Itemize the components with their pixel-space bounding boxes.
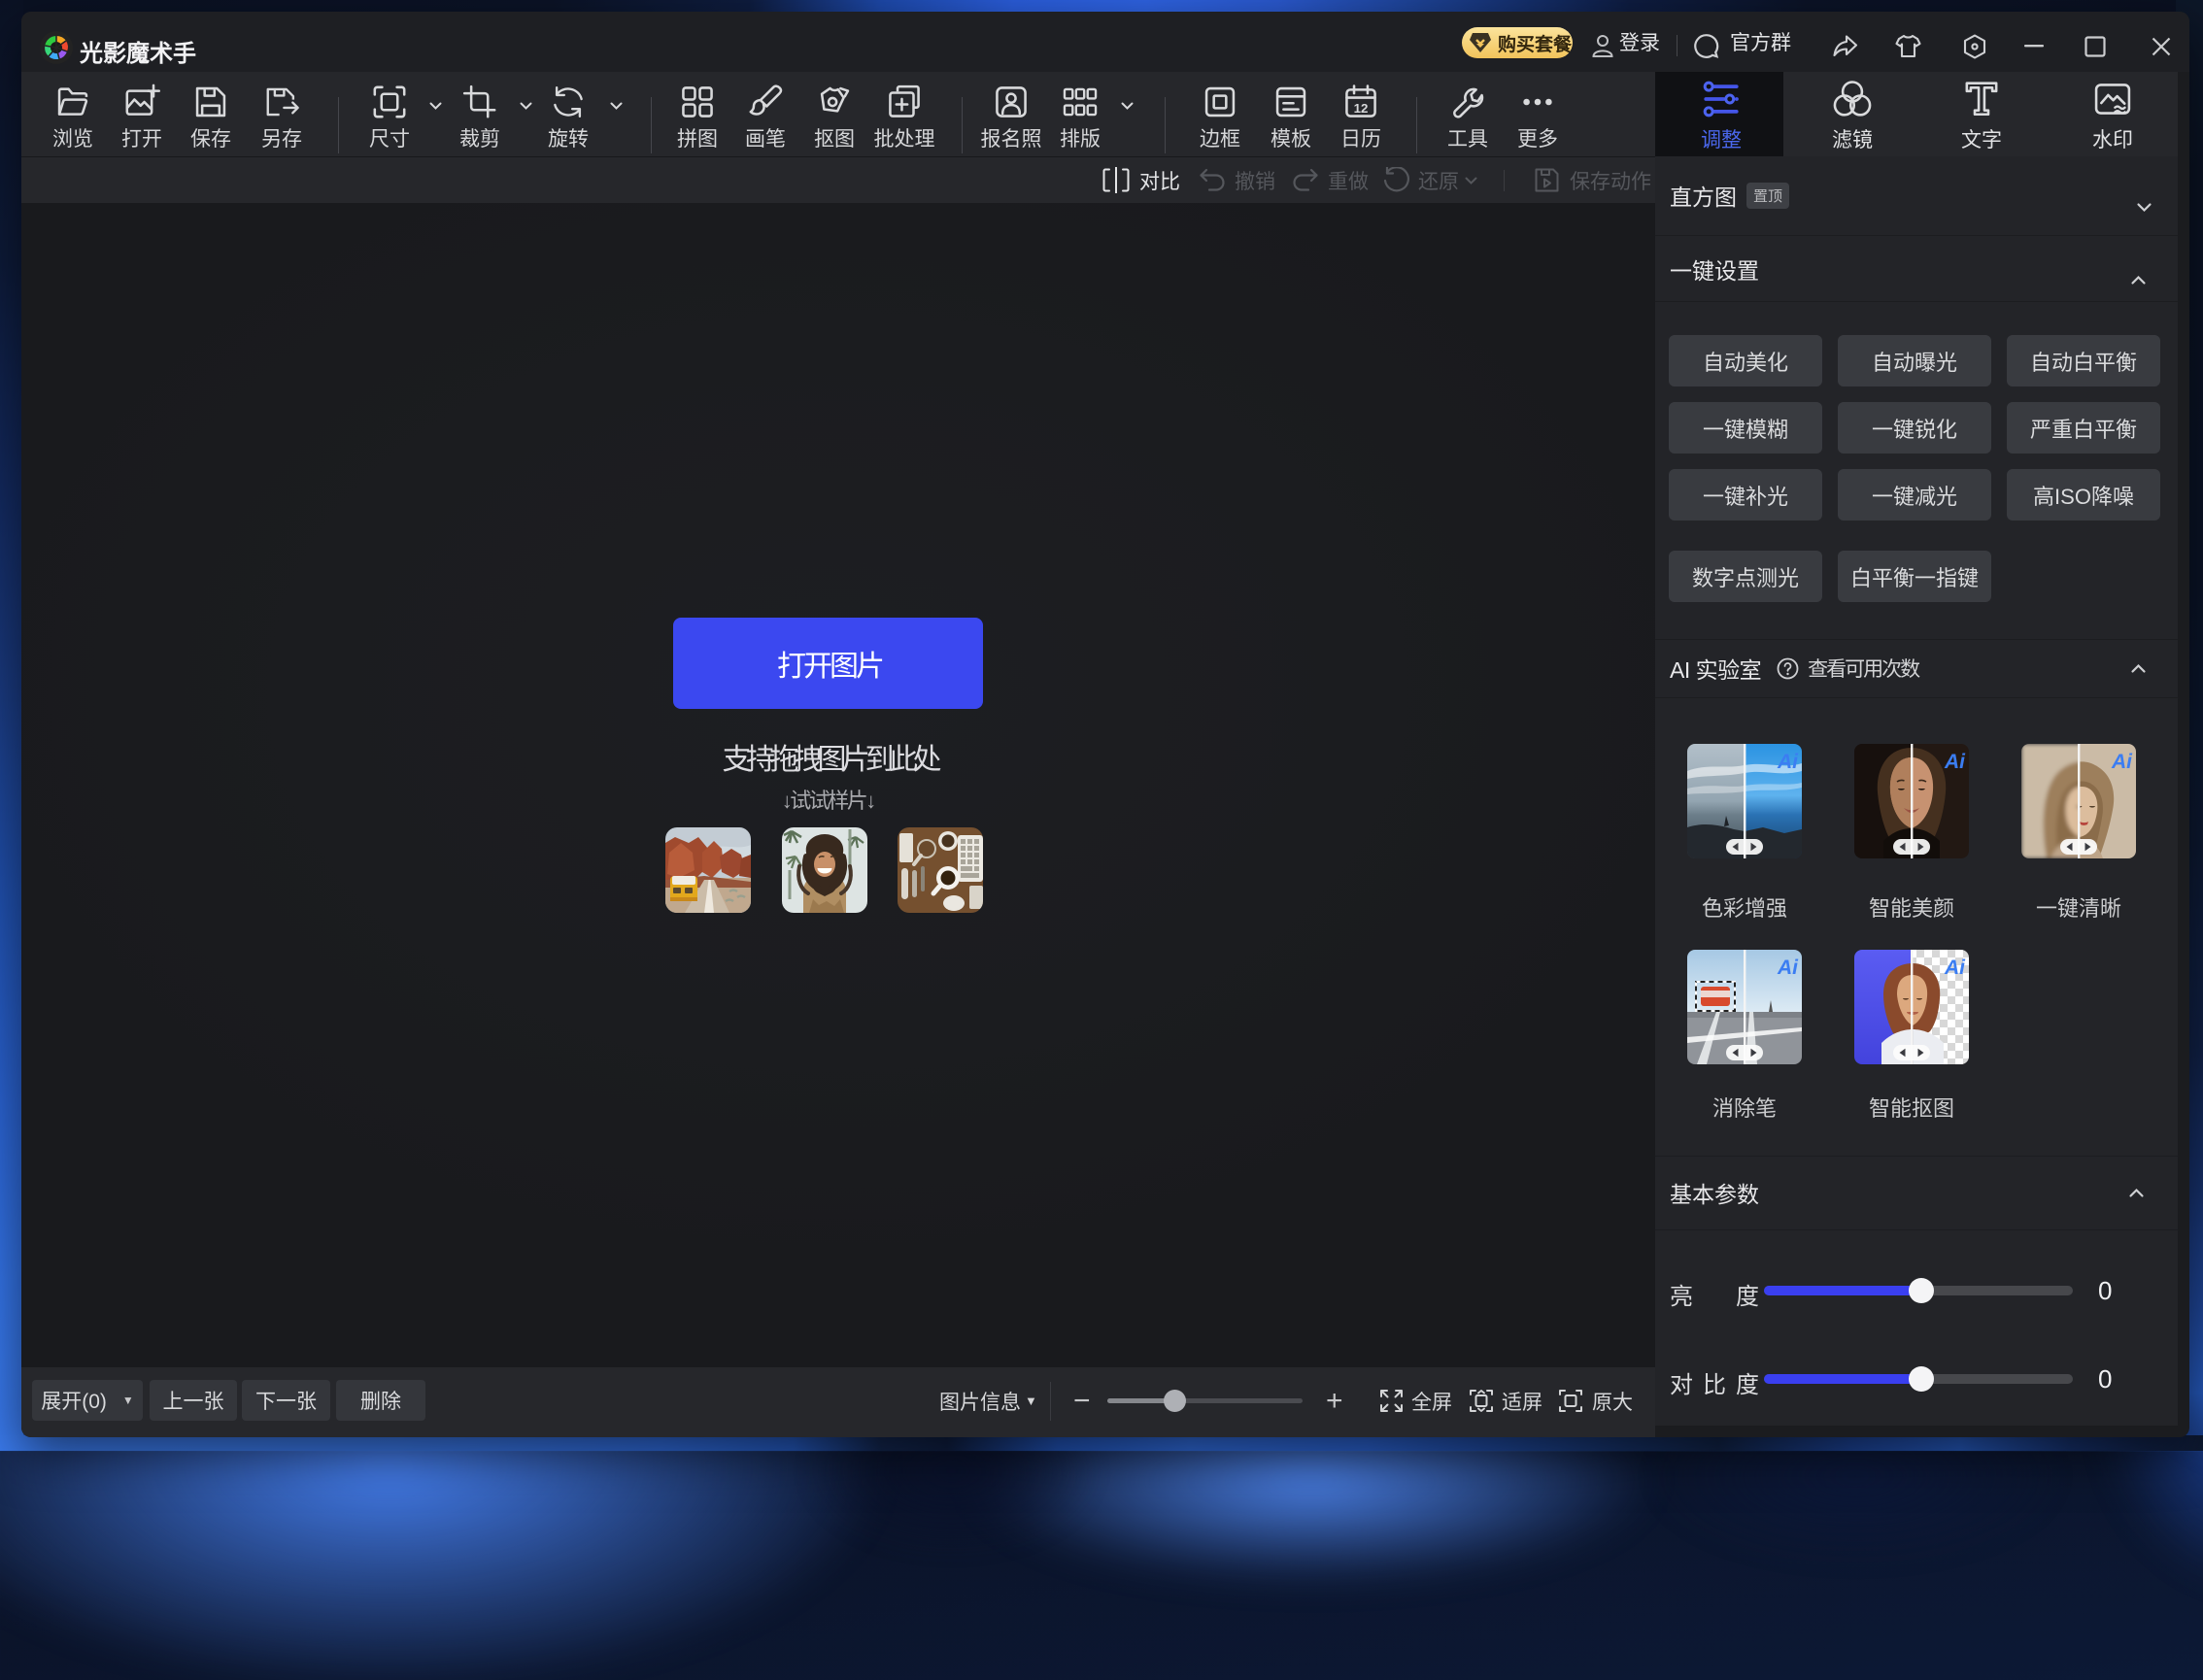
svg-text:Ai: Ai	[1944, 751, 1966, 773]
svg-text:Ai: Ai	[1777, 957, 1799, 979]
svg-text:Ai: Ai	[1944, 957, 1966, 979]
svg-text:12: 12	[1354, 101, 1369, 116]
svg-text:Ai: Ai	[1777, 751, 1799, 773]
svg-text:Ai: Ai	[2111, 751, 2133, 773]
